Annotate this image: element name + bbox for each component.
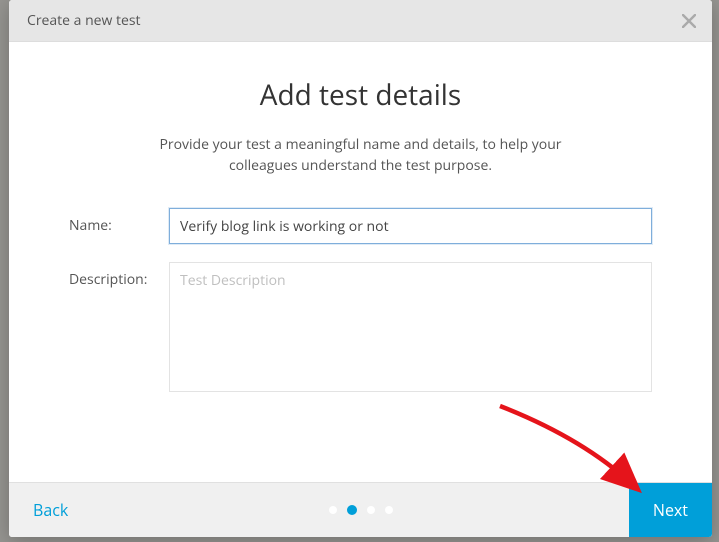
create-test-modal: Create a new test Add test details Provi… — [9, 0, 712, 537]
description-input[interactable] — [169, 262, 652, 392]
step-indicator — [329, 483, 393, 537]
step-dot-3 — [367, 506, 375, 514]
description-label: Description: — [69, 262, 169, 289]
step-dot-4 — [385, 506, 393, 514]
back-button[interactable]: Back — [9, 483, 92, 537]
modal-header: Create a new test — [9, 0, 712, 42]
name-label: Name: — [69, 208, 169, 235]
modal-body: Add test details Provide your test a mea… — [9, 42, 712, 482]
form-row-description: Description: — [69, 262, 652, 397]
page-title: Add test details — [69, 76, 652, 114]
modal-footer: Back Next — [9, 482, 712, 537]
close-icon — [682, 14, 696, 28]
step-dot-1 — [329, 506, 337, 514]
modal-title: Create a new test — [27, 11, 141, 30]
step-dot-2 — [347, 505, 357, 515]
close-button[interactable] — [682, 14, 696, 28]
page-subtext: Provide your test a meaningful name and … — [141, 134, 581, 176]
form-row-name: Name: — [69, 208, 652, 244]
next-button[interactable]: Next — [629, 483, 712, 537]
name-input[interactable] — [169, 208, 652, 244]
